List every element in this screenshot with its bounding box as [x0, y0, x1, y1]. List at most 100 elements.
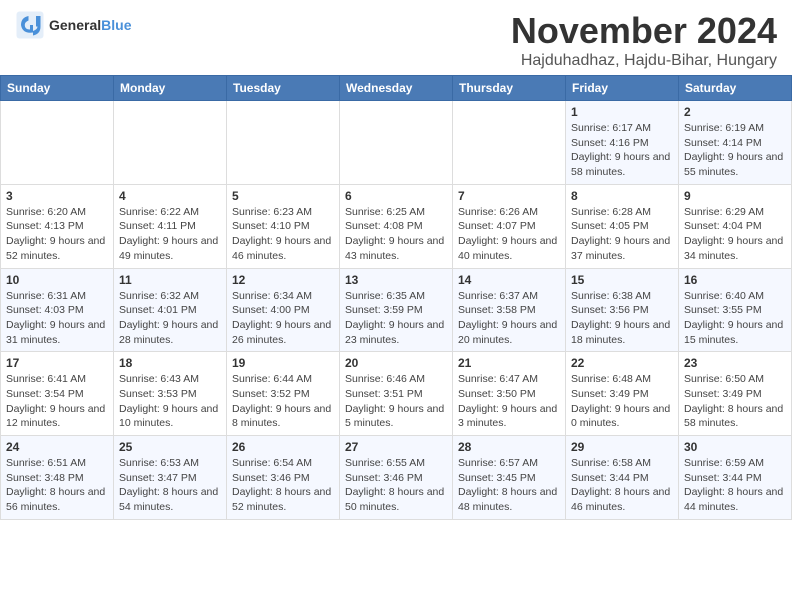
calendar-cell — [114, 101, 227, 185]
day-number: 2 — [684, 105, 786, 119]
calendar-cell: 17Sunrise: 6:41 AM Sunset: 3:54 PM Dayli… — [1, 352, 114, 436]
day-number: 23 — [684, 356, 786, 370]
calendar-cell: 24 Sunrise: 6:51 AM Sunset: 3:48 PM Dayli… — [1, 436, 114, 520]
day-number: 8 — [571, 189, 673, 203]
day-info: Sunrise: 6:28 AM Sunset: 4:05 PM Dayligh… — [571, 205, 673, 264]
day-info: Sunrise: 6:59 AM Sunset: 3:44 PM Dayligh… — [684, 456, 786, 515]
calendar-cell — [1, 101, 114, 185]
calendar-cell: 27 Sunrise: 6:55 AM Sunset: 3:46 PM Dayli… — [340, 436, 453, 520]
day-number: 9 — [684, 189, 786, 203]
day-info: Sunrise: 6:17 AM Sunset: 4:16 PM Dayligh… — [571, 121, 673, 180]
day-number: 26 — [232, 440, 334, 454]
day-number: 29 — [571, 440, 673, 454]
day-number: 13 — [345, 273, 447, 287]
calendar-cell: 25 Sunrise: 6:53 AM Sunset: 3:47 PM Dayli… — [114, 436, 227, 520]
day-info: Sunrise: 6:58 AM Sunset: 3:44 PM Dayligh… — [571, 456, 673, 515]
page-header: GeneralBlue November 2024 Hajduhadhaz, H… — [0, 0, 792, 75]
calendar-cell: 8 Sunrise: 6:28 AM Sunset: 4:05 PM Daylig… — [566, 184, 679, 268]
day-info: Sunrise: 6:20 AM Sunset: 4:13 PM Dayligh… — [6, 205, 108, 264]
general-blue-icon — [15, 10, 45, 40]
day-number: 15 — [571, 273, 673, 287]
calendar-cell: 19 Sunrise: 6:44 AM Sunset: 3:52 PM Dayli… — [227, 352, 340, 436]
calendar-cell: 5Sunrise: 6:23 AM Sunset: 4:10 PM Daylig… — [227, 184, 340, 268]
calendar-cell: 26 Sunrise: 6:54 AM Sunset: 3:46 PM Dayli… — [227, 436, 340, 520]
calendar-week-row: 10 Sunrise: 6:31 AM Sunset: 4:03 PM Dayli… — [1, 268, 792, 352]
calendar-cell: 2 Sunrise: 6:19 AM Sunset: 4:14 PM Daylig… — [679, 101, 792, 185]
calendar-cell: 13 Sunrise: 6:35 AM Sunset: 3:59 PM Dayli… — [340, 268, 453, 352]
day-number: 14 — [458, 273, 560, 287]
calendar-day-header: Monday — [114, 76, 227, 101]
day-info: Sunrise: 6:38 AM Sunset: 3:56 PM Dayligh… — [571, 289, 673, 348]
day-number: 28 — [458, 440, 560, 454]
day-number: 22 — [571, 356, 673, 370]
day-number: 20 — [345, 356, 447, 370]
calendar-cell — [453, 101, 566, 185]
calendar-table: SundayMondayTuesdayWednesdayThursdayFrid… — [0, 75, 792, 520]
day-info: Sunrise: 6:34 AM Sunset: 4:00 PM Dayligh… — [232, 289, 334, 348]
day-number: 10 — [6, 273, 108, 287]
title-area: November 2024 Hajduhadhaz, Hajdu-Bihar, … — [511, 10, 777, 70]
calendar-day-header: Thursday — [453, 76, 566, 101]
day-info: Sunrise: 6:50 AM Sunset: 3:49 PM Dayligh… — [684, 372, 786, 431]
calendar-cell: 23 Sunrise: 6:50 AM Sunset: 3:49 PM Dayli… — [679, 352, 792, 436]
logo-text: GeneralBlue — [49, 17, 131, 33]
day-info: Sunrise: 6:51 AM Sunset: 3:48 PM Dayligh… — [6, 456, 108, 515]
calendar-week-row: 17Sunrise: 6:41 AM Sunset: 3:54 PM Dayli… — [1, 352, 792, 436]
calendar-week-row: 24 Sunrise: 6:51 AM Sunset: 3:48 PM Dayli… — [1, 436, 792, 520]
day-info: Sunrise: 6:55 AM Sunset: 3:46 PM Dayligh… — [345, 456, 447, 515]
calendar-header-row: SundayMondayTuesdayWednesdayThursdayFrid… — [1, 76, 792, 101]
day-info: Sunrise: 6:32 AM Sunset: 4:01 PM Dayligh… — [119, 289, 221, 348]
calendar-day-header: Sunday — [1, 76, 114, 101]
calendar-cell: 29 Sunrise: 6:58 AM Sunset: 3:44 PM Dayli… — [566, 436, 679, 520]
calendar-week-row: 3Sunrise: 6:20 AM Sunset: 4:13 PM Daylig… — [1, 184, 792, 268]
day-info: Sunrise: 6:46 AM Sunset: 3:51 PM Dayligh… — [345, 372, 447, 431]
calendar-day-header: Saturday — [679, 76, 792, 101]
day-info: Sunrise: 6:26 AM Sunset: 4:07 PM Dayligh… — [458, 205, 560, 264]
day-info: Sunrise: 6:29 AM Sunset: 4:04 PM Dayligh… — [684, 205, 786, 264]
calendar-cell: 11 Sunrise: 6:32 AM Sunset: 4:01 PM Dayli… — [114, 268, 227, 352]
day-info: Sunrise: 6:40 AM Sunset: 3:55 PM Dayligh… — [684, 289, 786, 348]
calendar-cell: 7Sunrise: 6:26 AM Sunset: 4:07 PM Daylig… — [453, 184, 566, 268]
calendar-day-header: Tuesday — [227, 76, 340, 101]
calendar-cell: 3Sunrise: 6:20 AM Sunset: 4:13 PM Daylig… — [1, 184, 114, 268]
day-number: 11 — [119, 273, 221, 287]
month-title: November 2024 — [511, 10, 777, 52]
day-number: 30 — [684, 440, 786, 454]
calendar-cell: 20 Sunrise: 6:46 AM Sunset: 3:51 PM Dayli… — [340, 352, 453, 436]
day-info: Sunrise: 6:44 AM Sunset: 3:52 PM Dayligh… — [232, 372, 334, 431]
day-number: 16 — [684, 273, 786, 287]
day-info: Sunrise: 6:19 AM Sunset: 4:14 PM Dayligh… — [684, 121, 786, 180]
day-number: 18 — [119, 356, 221, 370]
day-info: Sunrise: 6:53 AM Sunset: 3:47 PM Dayligh… — [119, 456, 221, 515]
logo: GeneralBlue — [15, 10, 131, 40]
day-number: 25 — [119, 440, 221, 454]
calendar-cell: 30 Sunrise: 6:59 AM Sunset: 3:44 PM Dayli… — [679, 436, 792, 520]
day-info: Sunrise: 6:25 AM Sunset: 4:08 PM Dayligh… — [345, 205, 447, 264]
calendar-cell: 12Sunrise: 6:34 AM Sunset: 4:00 PM Dayli… — [227, 268, 340, 352]
day-info: Sunrise: 6:41 AM Sunset: 3:54 PM Dayligh… — [6, 372, 108, 431]
day-info: Sunrise: 6:57 AM Sunset: 3:45 PM Dayligh… — [458, 456, 560, 515]
day-info: Sunrise: 6:31 AM Sunset: 4:03 PM Dayligh… — [6, 289, 108, 348]
day-number: 6 — [345, 189, 447, 203]
day-info: Sunrise: 6:54 AM Sunset: 3:46 PM Dayligh… — [232, 456, 334, 515]
day-info: Sunrise: 6:43 AM Sunset: 3:53 PM Dayligh… — [119, 372, 221, 431]
calendar-cell: 21Sunrise: 6:47 AM Sunset: 3:50 PM Dayli… — [453, 352, 566, 436]
calendar-cell: 10 Sunrise: 6:31 AM Sunset: 4:03 PM Dayli… — [1, 268, 114, 352]
calendar-cell: 4Sunrise: 6:22 AM Sunset: 4:11 PM Daylig… — [114, 184, 227, 268]
calendar-cell: 6 Sunrise: 6:25 AM Sunset: 4:08 PM Daylig… — [340, 184, 453, 268]
calendar-day-header: Friday — [566, 76, 679, 101]
calendar-cell — [227, 101, 340, 185]
day-number: 21 — [458, 356, 560, 370]
calendar-week-row: 1 Sunrise: 6:17 AM Sunset: 4:16 PM Daylig… — [1, 101, 792, 185]
day-number: 27 — [345, 440, 447, 454]
day-info: Sunrise: 6:23 AM Sunset: 4:10 PM Dayligh… — [232, 205, 334, 264]
calendar-cell: 16 Sunrise: 6:40 AM Sunset: 3:55 PM Dayli… — [679, 268, 792, 352]
calendar-cell: 9 Sunrise: 6:29 AM Sunset: 4:04 PM Daylig… — [679, 184, 792, 268]
day-info: Sunrise: 6:37 AM Sunset: 3:58 PM Dayligh… — [458, 289, 560, 348]
calendar-day-header: Wednesday — [340, 76, 453, 101]
day-number: 19 — [232, 356, 334, 370]
day-info: Sunrise: 6:35 AM Sunset: 3:59 PM Dayligh… — [345, 289, 447, 348]
day-number: 1 — [571, 105, 673, 119]
calendar-cell: 1 Sunrise: 6:17 AM Sunset: 4:16 PM Daylig… — [566, 101, 679, 185]
day-number: 24 — [6, 440, 108, 454]
